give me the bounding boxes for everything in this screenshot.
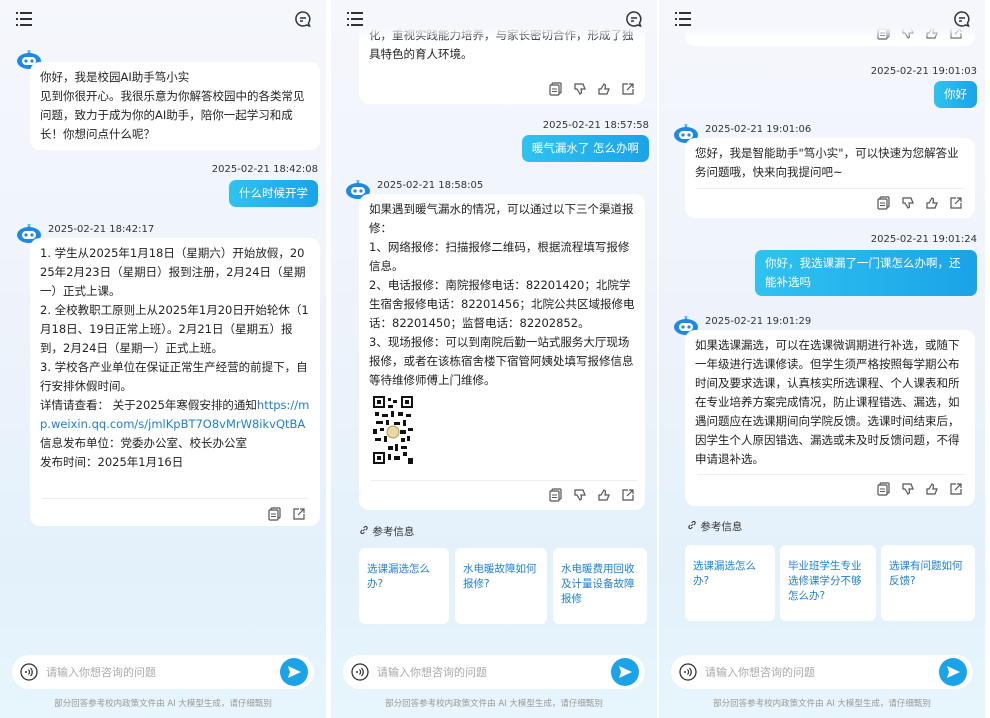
dislike-icon[interactable] — [901, 196, 915, 210]
like-icon[interactable] — [925, 482, 939, 496]
chat-screen-3: 2025-02-21 19:01:03 你好 2025-02-21 19:01:… — [659, 0, 985, 718]
input-bar: 请输入你想咨询的问题 — [671, 655, 973, 689]
answer-line-2: 2. 全校教职工原则上从2025年1月20日开始轮休（1月18日、19日正常上班… — [40, 303, 309, 355]
reference-title: 参考信息 — [687, 519, 742, 534]
repair-qr-code — [373, 396, 413, 464]
menu-icon[interactable] — [16, 12, 32, 26]
user-message: 你好，我选课漏了一门课怎么办啊，还能补选吗 — [755, 250, 977, 296]
voice-icon[interactable] — [351, 663, 369, 681]
link-icon — [687, 520, 697, 530]
answer-actions — [877, 482, 963, 498]
new-chat-icon[interactable] — [294, 10, 312, 28]
bot-timestamp: 2025-02-21 19:01:29 — [705, 316, 812, 327]
share-icon[interactable] — [949, 482, 963, 496]
message-input[interactable]: 请输入你想咨询的问题 — [705, 664, 815, 680]
divider — [371, 480, 637, 481]
reference-card-1[interactable]: 选课漏选怎么办? — [685, 545, 775, 621]
user-timestamp: 2025-02-21 18:57:58 — [542, 120, 649, 131]
answer-bubble: 1. 学生从2025年1月18日（星期六）开始放假，2025年2月23日（星期日… — [30, 238, 320, 526]
user-timestamp: 2025-02-21 19:01:24 — [870, 234, 977, 245]
bot-timestamp: 2025-02-21 19:01:06 — [705, 124, 812, 135]
answer-text: 您好，我是智能助手"笃小实"，可以快速为您解答业务问题哦，快来向我提问吧~ — [695, 146, 959, 179]
reference-title: 参考信息 — [359, 524, 414, 539]
publisher: 信息发布单位：党委办公室、校长办公室 — [40, 436, 247, 450]
divider — [697, 188, 965, 189]
disclaimer: 部分回答参考校内政策文件由 AI 大模型生成，请仔细甄别 — [713, 699, 931, 709]
share-icon[interactable] — [621, 82, 635, 96]
like-icon[interactable] — [925, 196, 939, 210]
top-bar — [0, 0, 326, 40]
copy-icon[interactable] — [877, 196, 891, 210]
voice-icon[interactable] — [20, 663, 38, 681]
divider — [697, 474, 965, 475]
answer-line-3: 2、电话报修：南院报修电话：82201420；北院学生宿舍报修电话：822014… — [369, 278, 635, 330]
reference-card-3[interactable]: 选课有问题如何反馈? — [881, 545, 975, 621]
user-message: 什么时候开学 — [229, 180, 318, 207]
copy-icon[interactable] — [549, 82, 563, 96]
reference-card-3[interactable]: 水电暖费用回收及计量设备故障报修 — [553, 548, 647, 624]
answer-line-3: 3. 学校各产业单位在保证正常生产经营的前提下，自行安排休假时间。 — [40, 360, 308, 393]
send-button[interactable] — [280, 658, 308, 686]
input-bar: 请输入你想咨询的问题 — [343, 655, 645, 689]
chat-screen-2: 化，重视实践能力培养，与家长密切合作，形成了独具特色的育人环境。 2025-02… — [331, 0, 657, 718]
dislike-icon[interactable] — [573, 488, 587, 502]
copy-icon[interactable] — [268, 507, 282, 521]
reference-title-text: 参考信息 — [700, 521, 743, 533]
share-icon[interactable] — [949, 196, 963, 210]
answer-line-2: 1、网络报修：扫描报修二维码，根据流程填写报修信息。 — [369, 240, 630, 273]
answer-text: 如果选课漏选，可以在选课微调期进行补选，或随下一年级进行选课修读。但学生须严格按… — [695, 338, 960, 466]
reference-title-text: 参考信息 — [372, 526, 415, 538]
reference-card-2[interactable]: 毕业班学生专业选修课学分不够怎么办? — [780, 545, 876, 621]
bot-timestamp: 2025-02-21 18:58:05 — [377, 180, 484, 191]
new-chat-icon[interactable] — [953, 10, 971, 28]
greeting-bubble: 你好，我是校园AI助手笃小实 见到你很开心。我很乐意为你解答校园中的各类常见问题… — [30, 62, 320, 150]
answer-line-4: 3、现场报修：可以到南院后勤一站式服务大厅现场报修，或者在该栋宿舍楼下宿管阿姨处… — [369, 335, 634, 387]
user-message: 暖气漏水了 怎么办啊 — [521, 135, 649, 162]
answer-bubble: 如果选课漏选，可以在选课微调期进行补选，或随下一年级进行选课修读。但学生须严格按… — [685, 330, 975, 506]
top-bar — [331, 0, 657, 40]
answer-line-1: 如果遇到暖气漏水的情况，可以通过以下三个渠道报修： — [369, 202, 634, 235]
menu-icon[interactable] — [347, 12, 363, 26]
like-icon[interactable] — [597, 488, 611, 502]
answer-actions — [549, 488, 635, 504]
detail-prefix: 详情请查看： 关于2025年寒假安排的通知 — [40, 398, 257, 412]
new-chat-icon[interactable] — [625, 10, 643, 28]
chat-screen-1: 你好，我是校园AI助手笃小实 见到你很开心。我很乐意为你解答校园中的各类常见问题… — [0, 0, 326, 718]
message-input[interactable]: 请输入你想咨询的问题 — [46, 664, 156, 680]
input-bar: 请输入你想咨询的问题 — [12, 655, 314, 689]
share-icon[interactable] — [621, 488, 635, 502]
share-icon[interactable] — [292, 507, 306, 521]
divider — [42, 498, 308, 499]
user-timestamp: 2025-02-21 19:01:03 — [870, 66, 977, 77]
top-bar — [659, 0, 985, 40]
greeting-body: 见到你很开心。我很乐意为你解答校园中的各类常见问题，致力于成为你的AI助手，陪你… — [40, 89, 305, 141]
disclaimer: 部分回答参考校内政策文件由 AI 大模型生成，请仔细甄别 — [54, 699, 272, 709]
reference-card-1[interactable]: 选课漏选怎么办? — [359, 548, 449, 624]
answer-actions — [877, 196, 963, 212]
copy-icon[interactable] — [549, 488, 563, 502]
user-message: 你好 — [934, 81, 977, 108]
send-button[interactable] — [939, 658, 967, 686]
link-icon — [359, 525, 369, 535]
dislike-icon[interactable] — [573, 82, 587, 96]
send-button[interactable] — [611, 658, 639, 686]
answer-actions — [268, 507, 306, 523]
copy-icon[interactable] — [877, 482, 891, 496]
dislike-icon[interactable] — [901, 482, 915, 496]
greeting-title: 你好，我是校园AI助手笃小实 — [40, 70, 190, 84]
message-input[interactable]: 请输入你想咨询的问题 — [377, 664, 487, 680]
publish-time: 发布时间：2025年1月16日 — [40, 455, 184, 469]
menu-icon[interactable] — [675, 12, 691, 26]
user-timestamp: 2025-02-21 18:42:08 — [211, 164, 318, 175]
disclaimer: 部分回答参考校内政策文件由 AI 大模型生成，请仔细甄别 — [385, 699, 603, 709]
voice-icon[interactable] — [679, 663, 697, 681]
answer-actions — [549, 82, 635, 98]
reference-card-2[interactable]: 水电暖故障如何报修? — [455, 548, 547, 624]
answer-line-1: 1. 学生从2025年1月18日（星期六）开始放假，2025年2月23日（星期日… — [40, 246, 306, 298]
bot-timestamp: 2025-02-21 18:42:17 — [48, 224, 155, 235]
like-icon[interactable] — [597, 82, 611, 96]
